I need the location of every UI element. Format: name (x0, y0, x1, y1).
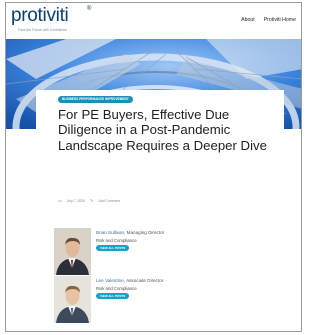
nav-link-about[interactable]: About (241, 17, 255, 23)
author-practice: Risk and Compliance (96, 286, 137, 291)
author-practice: Risk and Compliance (96, 238, 137, 243)
author-name-line: Lee Valentine, Associate Director (96, 278, 163, 283)
author-card: Lee Valentine, Associate Director Risk a… (54, 276, 274, 328)
author-name[interactable]: Lee Valentine (96, 278, 124, 283)
view-all-posts-button[interactable]: VIEW ALL POSTS (96, 245, 130, 251)
view-all-posts-button[interactable]: VIEW ALL POSTS (96, 293, 130, 299)
author-photo (54, 276, 91, 323)
author-card: Brian Sullivan, Managing Director Risk a… (54, 228, 274, 280)
article-card: BUSINESS PERFORMANCE IMPROVEMENT For PE … (36, 90, 284, 331)
author-photo (54, 228, 91, 275)
article-date: July 7, 2020 (66, 198, 86, 203)
author-name-line: Brian Sullivan, Managing Director (96, 230, 164, 235)
nav-link-protiviti-home[interactable]: Protiviti Home (264, 17, 296, 23)
logo-tagline: Face the Future with Confidence (18, 28, 68, 32)
site-header: protiviti ® Face the Future with Confide… (6, 3, 301, 39)
author-name[interactable]: Brian Sullivan (96, 230, 124, 235)
add-comment-link[interactable]: Add Comment (98, 199, 120, 203)
comment-icon: ✎ (90, 198, 94, 203)
protiviti-logo[interactable]: protiviti (11, 5, 69, 27)
article-title: For PE Buyers, Effective Due Diligence i… (58, 107, 267, 153)
page-frame: protiviti ® Face the Future with Confide… (5, 2, 302, 332)
calendar-icon: ▭ (58, 198, 62, 203)
author-role: , Managing Director (124, 230, 165, 235)
top-nav: About Protiviti Home (241, 17, 296, 23)
registered-mark: ® (87, 6, 92, 12)
author-portrait (54, 228, 91, 275)
author-role: , Associate Director (123, 278, 164, 283)
article-meta: ▭ July 7, 2020 ✎ Add Comment (58, 198, 120, 203)
author-portrait (54, 276, 91, 323)
category-badge[interactable]: BUSINESS PERFORMANCE IMPROVEMENT (58, 96, 133, 103)
